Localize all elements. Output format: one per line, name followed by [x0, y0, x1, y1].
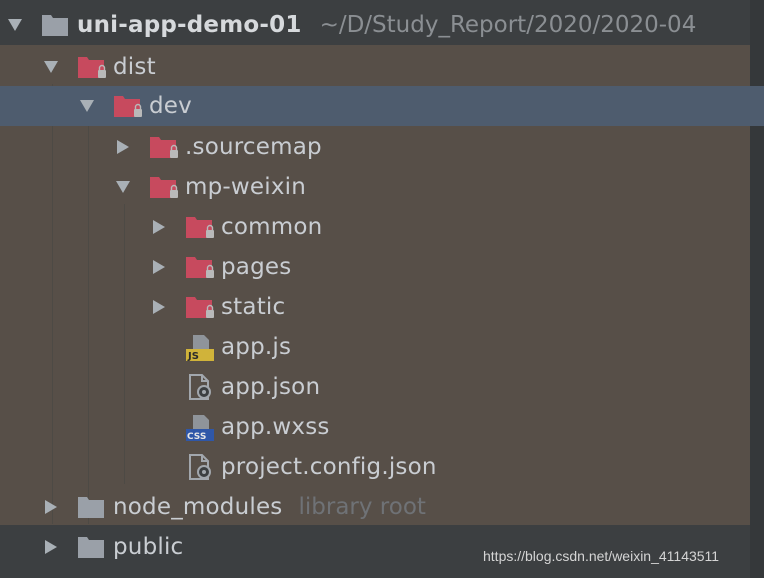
tree-item-app-wxss[interactable]: CSS app.wxss	[0, 407, 764, 447]
tree-item-sourcemap[interactable]: .sourcemap	[0, 127, 764, 167]
excluded-folder-icon	[148, 173, 178, 201]
tree-item-app-json[interactable]: app.json	[0, 367, 764, 407]
tree-item-dev[interactable]: dev	[0, 86, 764, 126]
project-root-row[interactable]: uni-app-demo-01 ~/D/Study_Report/2020/20…	[0, 5, 764, 45]
excluded-folder-icon	[184, 253, 214, 281]
tree-item-label: static	[221, 294, 286, 320]
js-badge: JS	[187, 351, 199, 361]
css-badge: CSS	[187, 432, 206, 441]
tree-item-label: common	[221, 214, 323, 240]
project-path: ~/D/Study_Report/2020/2020-04	[319, 12, 697, 38]
json-file-icon	[184, 453, 214, 481]
css-file-icon: CSS	[184, 413, 214, 442]
tree-item-label: public	[113, 534, 184, 560]
tree-item-common[interactable]: common	[0, 207, 764, 247]
tree-item-dist[interactable]: dist	[0, 47, 764, 87]
chevron-right-icon[interactable]	[40, 536, 62, 558]
watermark: https://blog.csdn.net/weixin_41143511	[483, 548, 720, 564]
excluded-folder-icon	[148, 133, 178, 161]
tree-item-label: app.json	[221, 374, 321, 400]
tree-item-label: project.config.json	[221, 454, 437, 480]
folder-icon	[40, 11, 70, 39]
chevron-down-icon[interactable]	[112, 176, 134, 198]
tree-item-label: pages	[221, 254, 292, 280]
excluded-folder-icon	[184, 293, 214, 321]
tree-item-label: mp-weixin	[185, 174, 307, 200]
chevron-right-icon[interactable]	[40, 496, 62, 518]
tree-item-label: node_modules	[113, 494, 283, 520]
chevron-right-icon[interactable]	[112, 136, 134, 158]
tree-item-static[interactable]: static	[0, 287, 764, 327]
library-root-hint: library root	[298, 494, 426, 520]
tree-item-label: .sourcemap	[185, 134, 322, 160]
json-file-icon	[184, 373, 214, 401]
chevron-right-icon[interactable]	[148, 296, 170, 318]
project-tree: uni-app-demo-01 ~/D/Study_Report/2020/20…	[0, 0, 764, 578]
tree-item-project-config-json[interactable]: project.config.json	[0, 447, 764, 487]
tree-item-label: app.js	[221, 334, 292, 360]
chevron-right-icon[interactable]	[148, 256, 170, 278]
excluded-folder-icon	[76, 53, 106, 81]
project-name: uni-app-demo-01	[77, 12, 302, 38]
tree-item-label: app.wxss	[221, 414, 330, 440]
js-file-icon: JS	[184, 333, 214, 362]
tree-item-app-js[interactable]: JS app.js	[0, 327, 764, 367]
folder-icon	[76, 493, 106, 521]
chevron-right-icon[interactable]	[148, 216, 170, 238]
tree-item-label: dev	[149, 93, 192, 119]
chevron-down-icon[interactable]	[4, 14, 26, 36]
excluded-folder-icon	[112, 92, 142, 120]
tree-item-label: dist	[113, 54, 156, 80]
tree-item-mp-weixin[interactable]: mp-weixin	[0, 167, 764, 207]
excluded-folder-icon	[184, 213, 214, 241]
tree-item-node-modules[interactable]: node_modules library root	[0, 487, 764, 527]
tree-item-pages[interactable]: pages	[0, 247, 764, 287]
chevron-down-icon[interactable]	[40, 56, 62, 78]
folder-icon	[76, 533, 106, 561]
chevron-down-icon[interactable]	[76, 95, 98, 117]
